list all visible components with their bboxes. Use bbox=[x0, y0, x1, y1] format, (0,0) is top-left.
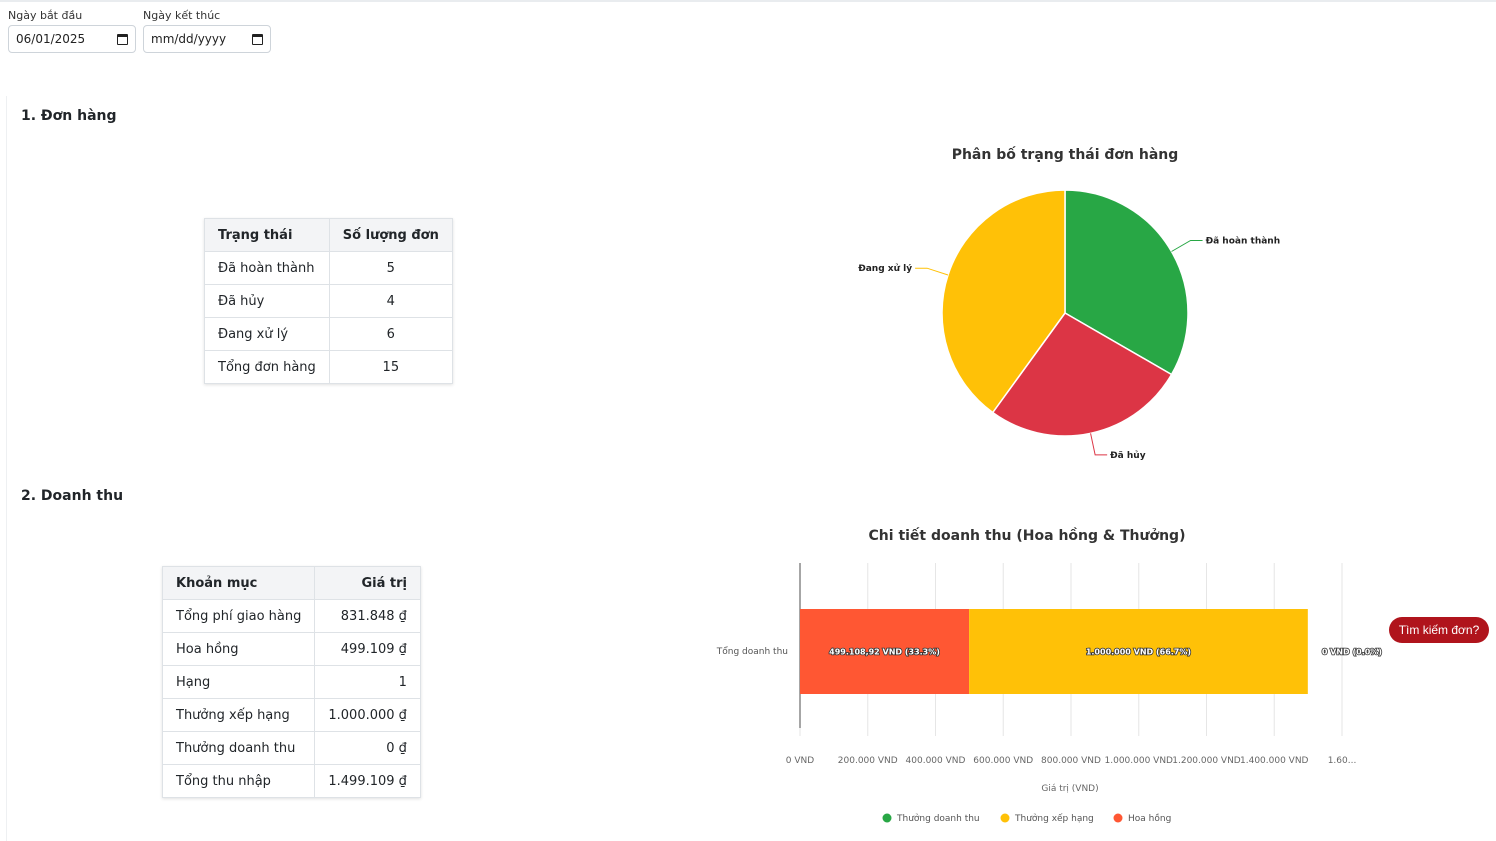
x-tick-label: 600.000 VND bbox=[973, 756, 1033, 766]
legend-marker bbox=[882, 813, 892, 823]
legend-label: Hoa hồng bbox=[1128, 813, 1171, 824]
calendar-icon[interactable] bbox=[252, 33, 263, 45]
pie-slice-label: Đang xử lý bbox=[858, 263, 912, 274]
row-label: Tổng phí giao hàng bbox=[161, 599, 316, 633]
top-border bbox=[0, 0, 1496, 2]
find-order-button[interactable]: Tìm kiếm đơn? bbox=[1389, 617, 1489, 643]
row-label: Đã hoàn thành bbox=[204, 251, 330, 285]
column-header: Số lượng đơn bbox=[328, 218, 453, 252]
revenue-bar-chart: 0 VND 200.000 VND 400.000 VND 600.000 VND 80… bbox=[716, 563, 1383, 824]
row-label: Hoa hồng bbox=[161, 632, 316, 666]
pie-slice-label: Đã hoàn thành bbox=[1206, 237, 1281, 247]
row-label: Hạng bbox=[161, 665, 316, 699]
pie-chart-title: Phân bố trạng thái đơn hàng bbox=[951, 147, 1179, 163]
revenue-table: Khoản mục Giá trị Tổng phí giao hàng 831.8… bbox=[161, 566, 421, 798]
x-tick-label: 1.60... bbox=[1328, 756, 1357, 766]
x-tick-label: 400.000 VND bbox=[906, 756, 966, 766]
end-date-label: Ngày kết thúc bbox=[143, 9, 221, 22]
legend-label: Thưởng doanh thu bbox=[896, 813, 980, 824]
row-value: 0 ₫ bbox=[314, 731, 421, 765]
x-tick-label: 800.000 VND bbox=[1041, 756, 1101, 766]
revenue-section-title: 2. Doanh thu bbox=[21, 488, 124, 504]
bar-data-label: 1.000.000 VND (66.7%) bbox=[1086, 648, 1191, 657]
orders-table: Trạng thái Số lượng đơn Đã hoàn thành 5 Đã … bbox=[204, 218, 453, 384]
row-label: Tổng thu nhập bbox=[161, 764, 316, 798]
table-row: Hoa hồng 499.109 ₫ bbox=[161, 632, 421, 666]
orders-section-title: 1. Đơn hàng bbox=[21, 108, 117, 124]
legend-label: Thưởng xếp hạng bbox=[1014, 813, 1094, 824]
x-tick-label: 1.000.000 VND bbox=[1105, 756, 1174, 766]
legend-marker bbox=[1000, 813, 1010, 823]
row-value: 4 bbox=[328, 284, 453, 318]
calendar-icon[interactable] bbox=[117, 33, 128, 45]
legend-marker bbox=[1113, 813, 1123, 823]
pie-label-line bbox=[1171, 240, 1203, 252]
row-value: 1.499.109 ₫ bbox=[314, 764, 421, 798]
row-value: 15 bbox=[328, 350, 453, 384]
end-date-input[interactable]: mm/dd/yyyy bbox=[143, 25, 271, 53]
table-row: Tổng thu nhập 1.499.109 ₫ bbox=[161, 764, 421, 798]
start-date-value: 06/01/2025 bbox=[16, 32, 86, 46]
table-row: Thưởng xếp hạng 1.000.000 ₫ bbox=[161, 698, 421, 732]
pie-slice-label: Đã hủy bbox=[1110, 450, 1146, 461]
table-row: Tổng đơn hàng 15 bbox=[204, 350, 453, 384]
x-tick-label: 0 VND bbox=[786, 756, 814, 766]
row-value: 831.848 ₫ bbox=[314, 599, 421, 633]
bar-data-label: 0 VND (0.0%) bbox=[1322, 648, 1382, 657]
column-header: Trạng thái bbox=[204, 218, 330, 252]
x-tick-label: 200.000 VND bbox=[838, 756, 898, 766]
start-date-input[interactable]: 06/01/2025 bbox=[8, 25, 136, 53]
row-value: 499.109 ₫ bbox=[314, 632, 421, 666]
column-header: Giá trị bbox=[314, 566, 421, 600]
table-row: Đã hoàn thành 5 bbox=[204, 251, 453, 285]
table-header-row: Khoản mục Giá trị bbox=[161, 566, 421, 600]
content-border bbox=[6, 96, 7, 841]
row-value: 6 bbox=[328, 317, 453, 351]
start-date-group: Ngày bắt đầu 06/01/2025 bbox=[8, 9, 136, 53]
end-date-group: Ngày kết thúc mm/dd/yyyy bbox=[143, 9, 271, 53]
row-value: 1 bbox=[314, 665, 421, 699]
x-tick-label: 1.400.000 VND bbox=[1240, 756, 1309, 766]
table-header-row: Trạng thái Số lượng đơn bbox=[204, 218, 453, 252]
row-label: Thưởng xếp hạng bbox=[161, 698, 316, 732]
row-label: Đã hủy bbox=[204, 284, 330, 318]
table-row: Tổng phí giao hàng 831.848 ₫ bbox=[161, 599, 421, 633]
start-date-label: Ngày bắt đầu bbox=[8, 9, 83, 22]
row-value: 1.000.000 ₫ bbox=[314, 698, 421, 732]
y-category-label: Tổng doanh thu bbox=[716, 646, 788, 657]
column-header: Khoản mục bbox=[161, 566, 316, 600]
row-label: Tổng đơn hàng bbox=[204, 350, 330, 384]
table-row: Đang xử lý 6 bbox=[204, 317, 453, 351]
bar-chart-title: Chi tiết doanh thu (Hoa hồng & Thưởng) bbox=[868, 528, 1186, 544]
bar-data-label: 499.108,92 VND (33.3%) bbox=[829, 648, 940, 657]
pie-label-line bbox=[1090, 433, 1108, 456]
row-value: 5 bbox=[328, 251, 453, 285]
row-label: Đang xử lý bbox=[204, 317, 330, 351]
x-tick-label: 1.200.000 VND bbox=[1172, 756, 1241, 766]
pie-label-line bbox=[915, 267, 949, 276]
row-label: Thưởng doanh thu bbox=[161, 731, 316, 765]
table-row: Đã hủy 4 bbox=[204, 284, 453, 318]
table-row: Hạng 1 bbox=[161, 665, 421, 699]
end-date-value: mm/dd/yyyy bbox=[151, 32, 227, 46]
order-status-pie-chart: Đã hoàn thành Đã hủy Đang xử lý bbox=[858, 189, 1281, 461]
table-row: Thưởng doanh thu 0 ₫ bbox=[161, 731, 421, 765]
x-axis-label: Giá trị (VND) bbox=[1041, 784, 1098, 794]
